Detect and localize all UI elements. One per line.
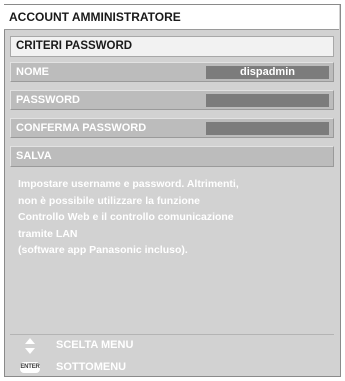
nome-field-row[interactable]: NOME dispadmin xyxy=(10,62,334,82)
info-message: Impostare username e password. Altriment… xyxy=(18,176,328,259)
enter-key-icon: ENTER xyxy=(20,362,40,373)
hint-enter-label: SOTTOMENU xyxy=(56,361,127,373)
info-message-line: (software app Panasonic incluso). xyxy=(18,244,188,256)
conferma-password-input[interactable] xyxy=(206,122,329,135)
info-message-line: Impostare username e password. Altriment… xyxy=(18,178,239,190)
password-label: PASSWORD xyxy=(16,94,80,106)
conferma-password-field-row[interactable]: CONFERMA PASSWORD xyxy=(10,118,334,138)
info-message-line: tramite LAN xyxy=(18,227,78,240)
hint-menu-label: SCELTA MENU xyxy=(56,339,134,351)
up-down-arrows-icon xyxy=(25,338,35,354)
window-title: ACCOUNT AMMINISTRATORE xyxy=(9,10,181,24)
salva-button[interactable]: SALVA xyxy=(10,146,334,167)
tab-criteri-password[interactable]: CRITERI PASSWORD xyxy=(10,36,334,57)
conferma-password-label: CONFERMA PASSWORD xyxy=(16,122,147,134)
nome-label: NOME xyxy=(16,66,49,78)
info-message-line: Controllo Web e il controllo comunicazio… xyxy=(18,211,234,223)
salva-label: SALVA xyxy=(16,150,52,162)
password-field-row[interactable]: PASSWORD xyxy=(10,90,334,110)
nome-input[interactable]: dispadmin xyxy=(206,66,329,79)
tab-label: CRITERI PASSWORD xyxy=(16,40,133,52)
hint-divider xyxy=(10,334,334,335)
info-message-line: non è possibile utilizzare la funzione xyxy=(18,194,201,207)
password-input[interactable] xyxy=(206,94,329,107)
window-header: ACCOUNT AMMINISTRATORE xyxy=(4,5,339,30)
